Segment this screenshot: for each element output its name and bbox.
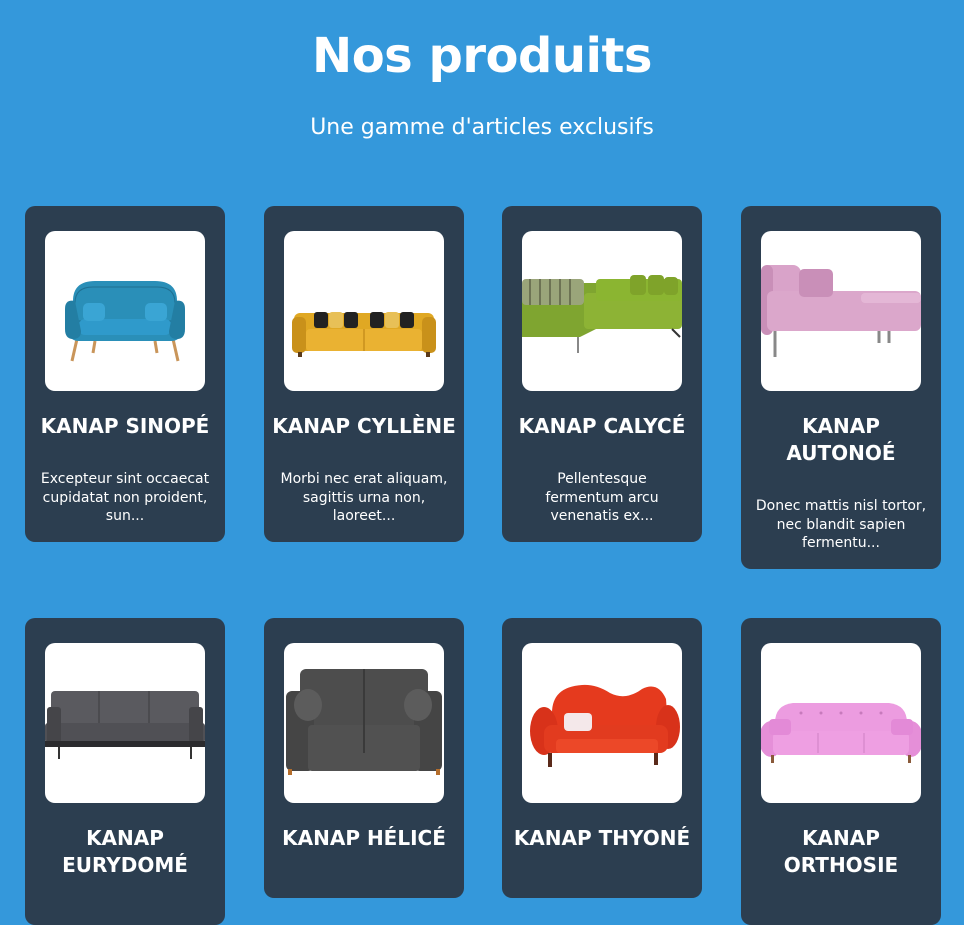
- product-image[interactable]: [284, 643, 444, 803]
- product-name: KANAP SINOPÉ: [40, 414, 210, 438]
- sofa-icon: [292, 312, 436, 357]
- product-image[interactable]: [522, 231, 682, 391]
- sofa-icon: [530, 684, 680, 767]
- product-image[interactable]: [761, 231, 921, 391]
- product-card-orthosie[interactable]: KANAP ORTHOSIE: [741, 618, 941, 925]
- product-name: KANAP AUTONOÉ: [786, 414, 896, 465]
- product-description: Excepteur sint occaecat cupidatat non pr…: [40, 471, 210, 524]
- sofa-icon: [286, 669, 442, 775]
- product-name: KANAP THYONÉ: [513, 826, 691, 850]
- product-name: KANAP CYLLÈNE: [272, 414, 456, 438]
- sofa-icon: [522, 275, 682, 353]
- product-image[interactable]: [522, 643, 682, 803]
- page-header: Nos produits Une gamme d'articles exclus…: [0, 0, 964, 142]
- product-description: Donec mattis nisl tortor, nec blandit sa…: [755, 498, 927, 551]
- product-card-autonoe[interactable]: KANAP AUTONOÉ Donec mattis nisl tortor, …: [741, 206, 941, 569]
- product-name: KANAP ORTHOSIE: [783, 826, 899, 877]
- product-image[interactable]: [284, 231, 444, 391]
- product-name: KANAP CALYCÉ: [518, 414, 686, 438]
- product-description: Morbi nec erat aliquam, sagittis urna no…: [280, 471, 448, 524]
- sofa-icon: [65, 281, 185, 362]
- product-name: KANAP EURYDOMÉ: [62, 826, 188, 877]
- product-image[interactable]: [45, 643, 205, 803]
- page-title: Nos produits: [312, 28, 652, 84]
- sofa-icon: [761, 265, 921, 357]
- product-card-sinope[interactable]: KANAP SINOPÉ Excepteur sint occaecat cup…: [25, 206, 225, 542]
- product-card-eurydome[interactable]: KANAP EURYDOMÉ: [25, 618, 225, 925]
- page-subtitle: Une gamme d'articles exclusifs: [310, 115, 654, 140]
- product-image[interactable]: [45, 231, 205, 391]
- product-image[interactable]: [761, 643, 921, 803]
- product-card-calyce[interactable]: KANAP CALYCÉ Pellentesque fermentum arcu…: [502, 206, 702, 542]
- product-name: KANAP HÉLICÉ: [282, 826, 446, 850]
- sofa-icon: [45, 691, 205, 759]
- product-description: Pellentesque fermentum arcu venenatis ex…: [545, 471, 659, 524]
- product-card-thyone[interactable]: KANAP THYONÉ: [502, 618, 702, 898]
- product-card-cyllene[interactable]: KANAP CYLLÈNE Morbi nec erat aliquam, sa…: [264, 206, 464, 542]
- sofa-icon: [761, 703, 921, 763]
- product-card-helice[interactable]: KANAP HÉLICÉ: [264, 618, 464, 898]
